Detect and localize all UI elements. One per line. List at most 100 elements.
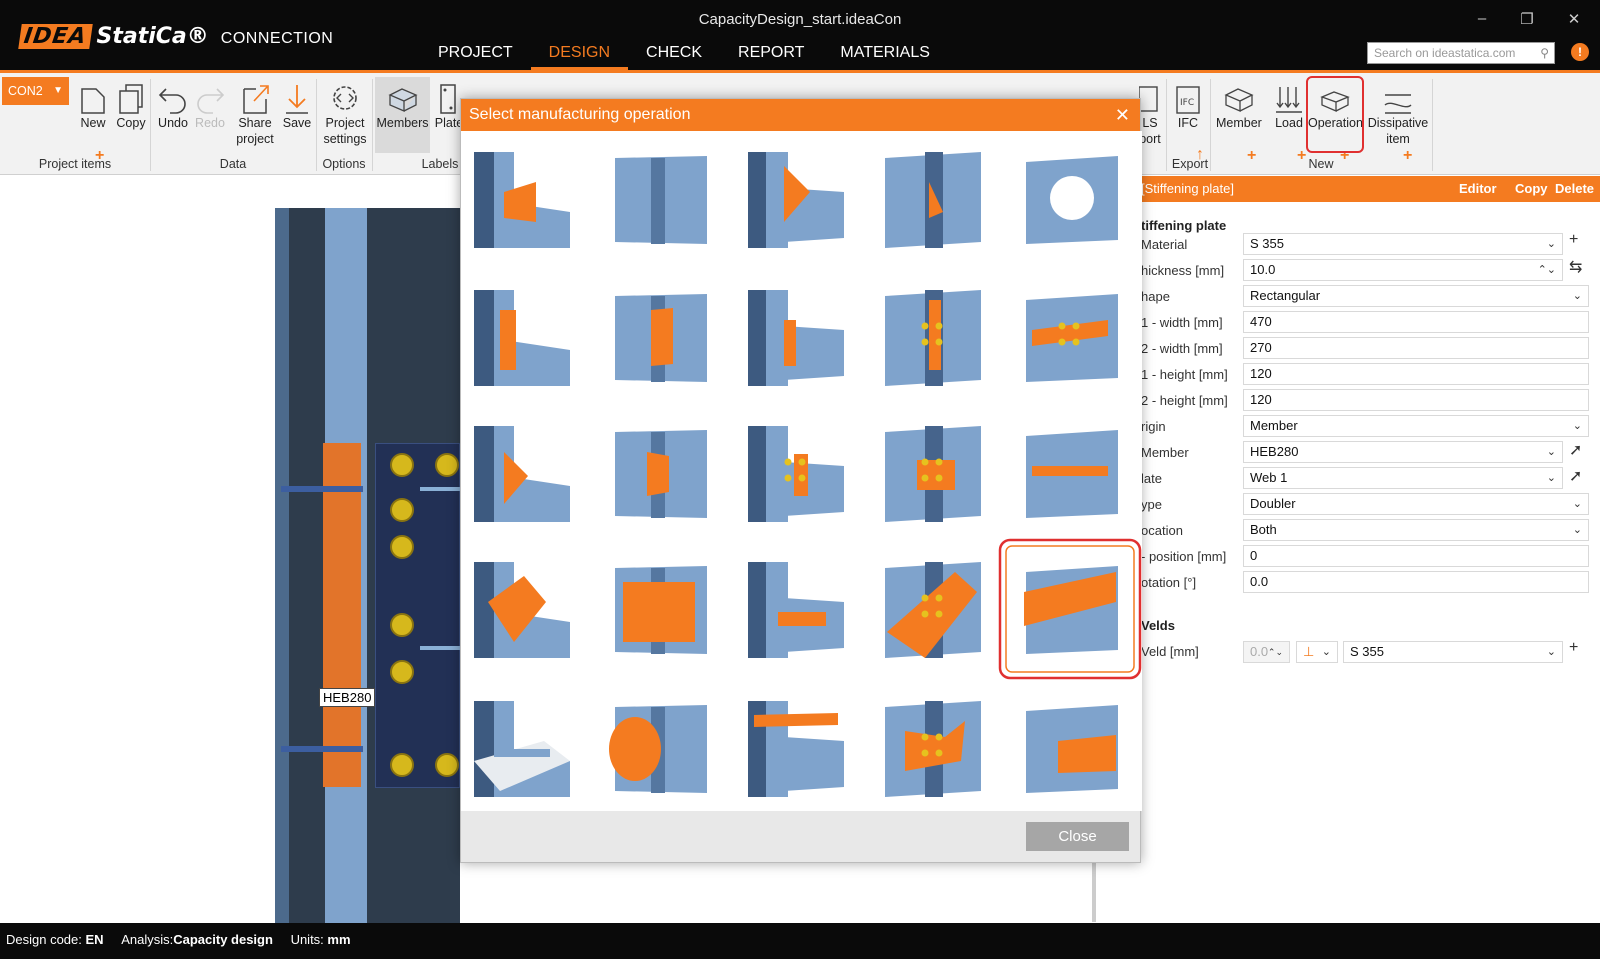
delete-button[interactable]: Delete — [1555, 176, 1594, 202]
anchoring-operation-icon[interactable] — [1022, 426, 1118, 522]
field-input[interactable]: 270 — [1243, 337, 1589, 359]
field-input[interactable]: 10.0 ⌃⌄ — [1243, 259, 1563, 281]
field-input[interactable]: S 355 ⌄ — [1243, 233, 1563, 255]
chevron-down-icon[interactable]: ⌄ — [1547, 468, 1556, 488]
panel-plate-operation-icon[interactable] — [611, 562, 707, 658]
copy-button[interactable]: Copy — [114, 77, 148, 131]
ifc-button[interactable]: IFC IFC — [1171, 77, 1205, 131]
chevron-down-icon[interactable]: ⌄ — [1573, 520, 1582, 540]
search-icon[interactable]: ⚲ — [1540, 46, 1549, 60]
save-button[interactable]: Save — [280, 77, 314, 131]
tube-operation-icon[interactable] — [609, 701, 707, 797]
beam-to-column-operation-icon[interactable] — [1022, 701, 1118, 797]
grid-plate-operation-icon[interactable] — [474, 701, 570, 797]
fin-plate-operation-icon[interactable] — [611, 290, 707, 386]
swap-icon[interactable]: ⇆ — [1569, 257, 1582, 277]
field-input[interactable]: 120 — [1243, 363, 1589, 385]
field-input[interactable]: Member ⌄ — [1243, 415, 1589, 437]
field-value: 270 — [1250, 340, 1272, 355]
tab-materials[interactable]: MATERIALS — [822, 44, 948, 70]
redo-button[interactable]: Redo — [193, 77, 227, 131]
add-weld-icon[interactable]: + — [1569, 639, 1578, 657]
field-input[interactable]: 0 — [1243, 545, 1589, 567]
chevron-down-icon[interactable]: ⌄ — [1573, 416, 1582, 436]
widener-operation-icon[interactable] — [748, 701, 844, 797]
field-label: 1 - height [mm] — [1141, 367, 1228, 382]
tab-report[interactable]: REPORT — [720, 44, 822, 70]
editor-button[interactable]: Editor — [1459, 176, 1497, 202]
add-dissipative-item-button[interactable]: Dissipative item — [1367, 77, 1429, 147]
spinner-icon[interactable]: ⌃⌄ — [1268, 642, 1283, 662]
tab-project[interactable]: PROJECT — [420, 44, 531, 70]
end-plate-operation-icon[interactable] — [474, 290, 570, 386]
bolted-plate-operation-icon[interactable] — [885, 426, 981, 522]
spinner-icon[interactable]: ⌃⌄ — [1538, 260, 1556, 280]
restore-icon[interactable]: ❐ — [1515, 10, 1539, 28]
cleat-bolts-operation-icon[interactable] — [748, 426, 844, 522]
add-member-button[interactable]: Member — [1216, 77, 1262, 131]
chevron-down-icon[interactable]: ⌄ — [1547, 442, 1556, 462]
stiffener-bar — [281, 486, 363, 492]
chevron-down-icon[interactable]: ⌄ — [1573, 286, 1582, 306]
field-input[interactable]: Doubler ⌄ — [1243, 493, 1589, 515]
bolt-icon — [390, 453, 414, 477]
haunch-operation-icon[interactable] — [748, 562, 844, 658]
weld-type-select[interactable]: ⊥ ⌄ — [1296, 641, 1338, 663]
ls-export-button[interactable]: LS port — [1139, 77, 1161, 147]
field-input[interactable]: Rectangular ⌄ — [1243, 285, 1589, 307]
truss-node-operation-icon[interactable] — [885, 701, 981, 797]
close-button[interactable]: Close — [1026, 822, 1129, 851]
member-label-tag[interactable]: HEB280 — [319, 688, 376, 707]
bolt-icon — [390, 498, 414, 522]
add-load-button[interactable]: Load — [1272, 77, 1306, 131]
weld-material-select[interactable]: S 355 ⌄ — [1343, 641, 1563, 663]
new-button[interactable]: New — [76, 77, 110, 131]
analysis-label: Analysis: — [121, 932, 174, 947]
plate-operation-icon[interactable] — [611, 152, 707, 248]
tab-design[interactable]: DESIGN — [530, 44, 629, 70]
share-label: Share project — [236, 116, 274, 146]
chevron-down-icon[interactable]: ⌄ — [1573, 494, 1582, 514]
splice-operation-icon[interactable] — [885, 290, 981, 386]
cover-plate-operation-icon[interactable] — [1022, 290, 1118, 386]
field-label: otation [°] — [1141, 575, 1197, 590]
weld-thickness-field[interactable]: 0.0 ⌃⌄ — [1243, 641, 1290, 663]
field-value: 120 — [1250, 366, 1272, 381]
cleat-operation-icon[interactable] — [748, 290, 844, 386]
group-options: Options — [322, 157, 366, 171]
info-icon[interactable]: ! — [1571, 43, 1589, 61]
gusset-operation-icon[interactable] — [611, 426, 707, 522]
field-input[interactable]: 470 — [1243, 311, 1589, 333]
field-input[interactable]: Web 1 ⌄ — [1243, 467, 1563, 489]
field-input[interactable]: 120 — [1243, 389, 1589, 411]
bracing-operation-icon[interactable] — [474, 426, 570, 522]
field-input[interactable]: 0.0 — [1243, 571, 1589, 593]
bolted-gusset-operation-icon[interactable] — [885, 562, 981, 658]
pick-cursor-icon[interactable]: ➚ — [1569, 466, 1582, 486]
opening-operation-icon[interactable] — [1022, 152, 1118, 248]
close-icon[interactable]: ✕ — [1562, 10, 1586, 28]
cut-operation-icon[interactable] — [474, 562, 570, 658]
close-icon[interactable]: ✕ — [1115, 99, 1130, 131]
member-icon — [1222, 77, 1256, 115]
base-plate-operation-icon[interactable] — [885, 152, 981, 248]
field-input[interactable]: Both ⌄ — [1243, 519, 1589, 541]
minimize-icon[interactable]: – — [1470, 10, 1494, 27]
field-input[interactable]: HEB280 ⌄ — [1243, 441, 1563, 463]
tab-check[interactable]: CHECK — [628, 44, 720, 70]
members-label-button[interactable]: Members — [375, 77, 430, 153]
stiffening-plate-shape[interactable] — [323, 443, 361, 787]
export-icon — [1139, 77, 1161, 115]
stiffening-plate-operation-icon[interactable] — [1022, 562, 1118, 658]
search-input[interactable]: Search on ideastatica.com ⚲ — [1367, 42, 1555, 64]
connection-selector[interactable]: CON2 ▼ — [2, 77, 69, 105]
rib-operation-icon[interactable] — [748, 152, 844, 248]
pick-cursor-icon[interactable]: ➚ — [1569, 440, 1582, 460]
project-settings-button[interactable]: Project settings — [322, 77, 368, 147]
chevron-down-icon[interactable]: ⌄ — [1547, 234, 1556, 254]
share-project-button[interactable]: Share project — [234, 77, 276, 147]
copy-item-button[interactable]: Copy — [1515, 176, 1548, 202]
stiffener-operation-icon[interactable] — [474, 152, 570, 248]
add-material-icon[interactable]: + — [1569, 231, 1578, 249]
undo-button[interactable]: Undo — [156, 77, 190, 131]
